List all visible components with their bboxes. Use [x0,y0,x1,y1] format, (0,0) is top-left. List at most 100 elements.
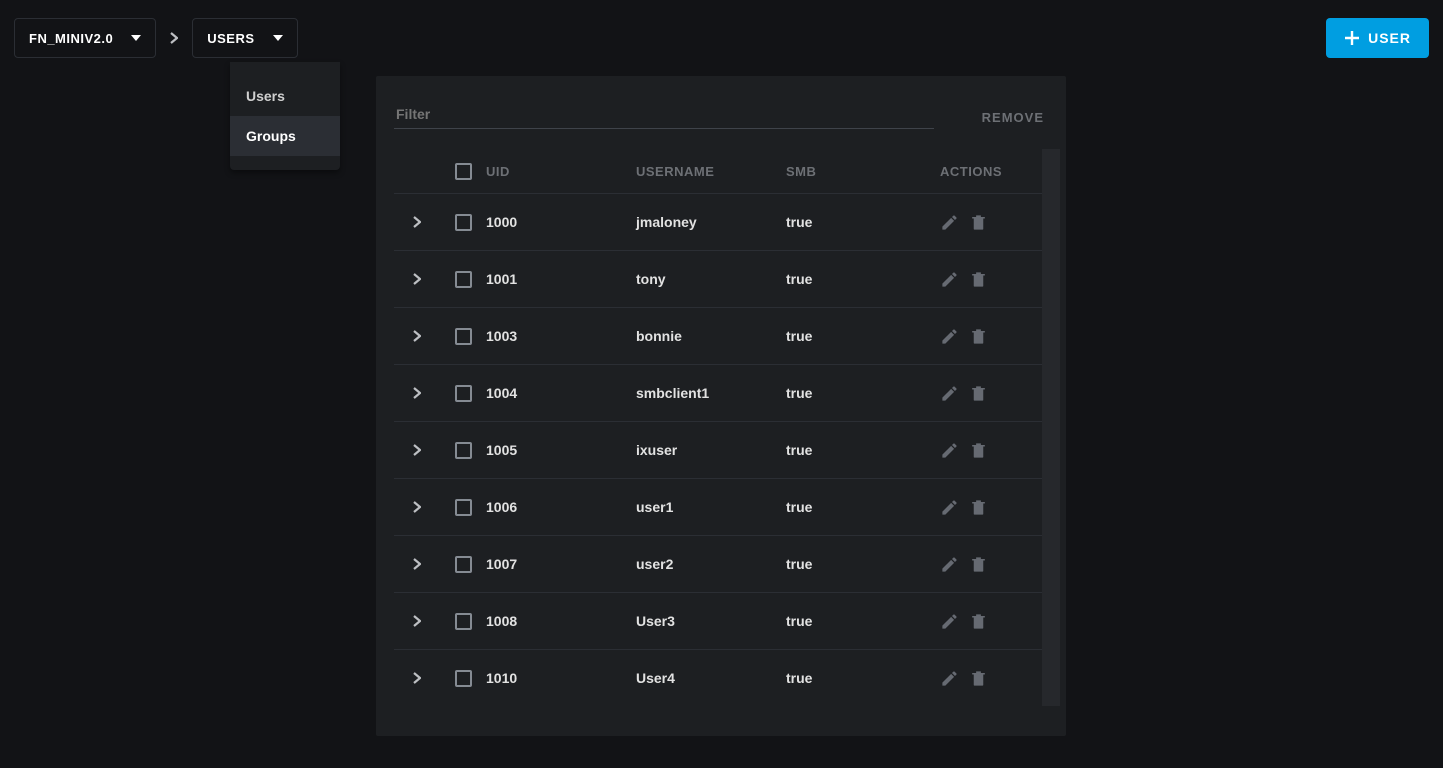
expand-row-icon[interactable] [394,558,440,570]
edit-icon[interactable] [940,669,959,688]
row-checkbox[interactable] [455,499,472,516]
cell-actions [934,612,1042,631]
delete-icon[interactable] [969,384,988,403]
cell-username: smbclient1 [636,385,786,401]
cell-smb: true [786,556,934,572]
cell-uid: 1007 [486,556,636,572]
header-username[interactable]: USERNAME [636,164,786,179]
expand-row-icon[interactable] [394,387,440,399]
table-row: 1001tonytrue [394,250,1058,307]
dropdown-item-groups[interactable]: Groups [230,116,340,156]
table-row: 1007user2true [394,535,1058,592]
table-row: 1005ixusertrue [394,421,1058,478]
users-card: REMOVE UID USERNAME SMB ACTIONS 1000jmal… [376,76,1066,736]
expand-row-icon[interactable] [394,501,440,513]
table-row: 1000jmaloneytrue [394,193,1058,250]
table-header: UID USERNAME SMB ACTIONS [394,149,1058,193]
header-smb[interactable]: SMB [786,164,934,179]
edit-icon[interactable] [940,612,959,631]
edit-icon[interactable] [940,555,959,574]
project-selector[interactable]: FN_MINIV2.0 [14,18,156,58]
cell-username: user2 [636,556,786,572]
cell-smb: true [786,499,934,515]
table-row: 1008User3true [394,592,1058,649]
cell-username: User3 [636,613,786,629]
edit-icon[interactable] [940,327,959,346]
delete-icon[interactable] [969,555,988,574]
cell-smb: true [786,670,934,686]
cell-actions [934,555,1042,574]
cell-actions [934,213,1042,232]
cell-smb: true [786,385,934,401]
row-checkbox[interactable] [455,670,472,687]
delete-icon[interactable] [969,213,988,232]
cell-uid: 1003 [486,328,636,344]
add-user-button[interactable]: USER [1326,18,1429,58]
cell-smb: true [786,328,934,344]
cell-actions [934,384,1042,403]
cell-username: bonnie [636,328,786,344]
cell-username: user1 [636,499,786,515]
plus-icon [1344,30,1368,46]
edit-icon[interactable] [940,441,959,460]
edit-icon[interactable] [940,213,959,232]
table-row: 1003bonnietrue [394,307,1058,364]
delete-icon[interactable] [969,612,988,631]
row-checkbox[interactable] [455,385,472,402]
cell-username: ixuser [636,442,786,458]
expand-row-icon[interactable] [394,330,440,342]
cell-smb: true [786,271,934,287]
section-selector-label: USERS [207,31,254,46]
row-checkbox[interactable] [455,328,472,345]
expand-row-icon[interactable] [394,273,440,285]
edit-icon[interactable] [940,498,959,517]
expand-row-icon[interactable] [394,615,440,627]
delete-icon[interactable] [969,669,988,688]
cell-actions [934,441,1042,460]
cell-username: User4 [636,670,786,686]
cell-actions [934,270,1042,289]
add-user-button-label: USER [1368,30,1411,46]
section-dropdown: UsersGroups [230,62,340,170]
cell-actions [934,669,1042,688]
caret-down-icon [273,35,283,41]
delete-icon[interactable] [969,441,988,460]
cell-uid: 1005 [486,442,636,458]
header-uid[interactable]: UID [486,164,636,179]
delete-icon[interactable] [969,270,988,289]
row-checkbox[interactable] [455,271,472,288]
table-row: 1010User4true [394,649,1058,706]
expand-row-icon[interactable] [394,444,440,456]
delete-icon[interactable] [969,327,988,346]
filter-input[interactable] [394,106,934,128]
cell-uid: 1004 [486,385,636,401]
select-all-checkbox[interactable] [455,163,472,180]
cell-actions [934,327,1042,346]
edit-icon[interactable] [940,384,959,403]
cell-actions [934,498,1042,517]
cell-smb: true [786,613,934,629]
cell-username: jmaloney [636,214,786,230]
section-selector[interactable]: USERS [192,18,297,58]
cell-uid: 1006 [486,499,636,515]
dropdown-item-users[interactable]: Users [230,76,340,116]
row-checkbox[interactable] [455,613,472,630]
cell-uid: 1000 [486,214,636,230]
expand-row-icon[interactable] [394,216,440,228]
table-row: 1004smbclient1true [394,364,1058,421]
edit-icon[interactable] [940,270,959,289]
cell-smb: true [786,442,934,458]
filter-input-wrap [394,106,934,129]
header-actions: ACTIONS [934,164,1042,179]
expand-row-icon[interactable] [394,672,440,684]
cell-username: tony [636,271,786,287]
cell-uid: 1010 [486,670,636,686]
row-checkbox[interactable] [455,556,472,573]
delete-icon[interactable] [969,498,988,517]
breadcrumb-separator [156,18,192,58]
row-checkbox[interactable] [455,442,472,459]
cell-smb: true [786,214,934,230]
row-checkbox[interactable] [455,214,472,231]
table-row: 1006user1true [394,478,1058,535]
remove-button[interactable]: REMOVE [982,110,1044,129]
